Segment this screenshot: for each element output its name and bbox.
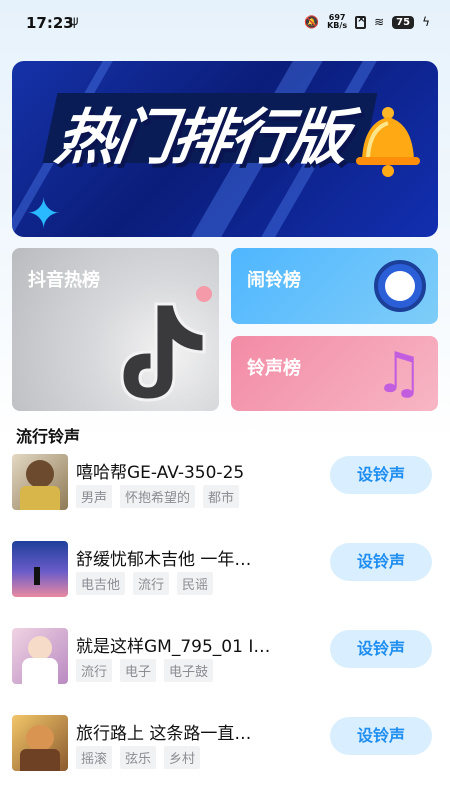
song-row[interactable]: 舒缓忧郁木吉他 一年… 电吉他 流行 民谣 设铃声 <box>12 541 438 601</box>
wifi-icon: ≋ <box>374 15 385 29</box>
status-bar: 17:23 ψ 🔕 697KB/s ≋ 75 ϟ <box>0 0 450 48</box>
pink-orb-icon <box>196 286 212 302</box>
song-tags: 摇滚 弦乐 乡村 <box>76 746 201 769</box>
song-title: 就是这样GM_795_01 I… <box>76 637 271 657</box>
song-tags: 男声 怀抱希望的 都市 <box>76 485 240 508</box>
ranking-banner[interactable]: 热门排行版 ✦ <box>12 61 438 237</box>
net-speed-unit: KB/s <box>327 21 348 30</box>
song-title: 旅行路上 这条路一直… <box>76 724 252 744</box>
alarm-chart-card[interactable]: 闹铃榜 <box>231 248 438 324</box>
song-tag: 电子鼓 <box>164 659 214 682</box>
net-speed: 697 KB/s <box>327 14 347 30</box>
sparkle-icon: ✦ <box>26 189 62 237</box>
song-cover <box>12 454 68 510</box>
song-cover <box>12 715 68 771</box>
song-tag: 流行 <box>133 572 170 595</box>
song-cover <box>12 541 68 597</box>
douyin-hot-chart-card[interactable]: 抖音热榜 <box>12 248 219 411</box>
battery-level: 75 <box>392 15 415 29</box>
song-tag: 男声 <box>76 485 113 508</box>
song-tag: 电子 <box>120 659 157 682</box>
song-cover <box>12 628 68 684</box>
music-note-icon: ♫ <box>373 341 424 406</box>
song-title: 舒缓忧郁木吉他 一年… <box>76 550 252 570</box>
song-tag: 电吉他 <box>76 572 126 595</box>
banner-title: 热门排行版 <box>51 103 352 173</box>
alarm-clock-icon <box>374 260 426 312</box>
set-ringtone-button[interactable]: 设铃声 <box>330 456 432 494</box>
song-tags: 流行 电子 电子鼓 <box>76 659 214 682</box>
song-tag: 都市 <box>203 485 240 508</box>
ringtone-card-label: 铃声榜 <box>247 358 301 379</box>
set-ringtone-button[interactable]: 设铃声 <box>330 630 432 668</box>
song-tag: 民谣 <box>177 572 214 595</box>
song-title: 嘻哈帮GE-AV-350-25 <box>76 463 245 483</box>
song-row[interactable]: 就是这样GM_795_01 I… 流行 电子 电子鼓 设铃声 <box>12 628 438 688</box>
charging-icon: ϟ <box>422 15 430 29</box>
sim-icon <box>355 14 367 29</box>
set-ringtone-button[interactable]: 设铃声 <box>330 543 432 581</box>
song-tag: 乡村 <box>164 746 201 769</box>
usb-icon: ψ <box>70 14 79 29</box>
bell-icon <box>356 107 420 177</box>
status-icons: 🔕 697KB/s ≋ 75 ϟ <box>304 14 430 30</box>
ringtone-chart-card[interactable]: 铃声榜 ♫ <box>231 336 438 411</box>
mute-icon: 🔕 <box>304 15 320 29</box>
douyin-card-label: 抖音热榜 <box>28 270 100 291</box>
status-time: 17:23 <box>26 14 74 32</box>
song-row[interactable]: 旅行路上 这条路一直… 摇滚 弦乐 乡村 设铃声 <box>12 715 438 775</box>
set-ringtone-button[interactable]: 设铃声 <box>330 717 432 755</box>
song-tag: 摇滚 <box>76 746 113 769</box>
alarm-card-label: 闹铃榜 <box>247 270 301 291</box>
song-tag: 怀抱希望的 <box>120 485 196 508</box>
section-title: 流行铃声 <box>16 427 81 446</box>
tiktok-logo-icon <box>120 302 206 402</box>
song-row[interactable]: 嘻哈帮GE-AV-350-25 男声 怀抱希望的 都市 设铃声 <box>12 454 438 514</box>
song-tags: 电吉他 流行 民谣 <box>76 572 214 595</box>
song-tag: 流行 <box>76 659 113 682</box>
song-tag: 弦乐 <box>120 746 157 769</box>
